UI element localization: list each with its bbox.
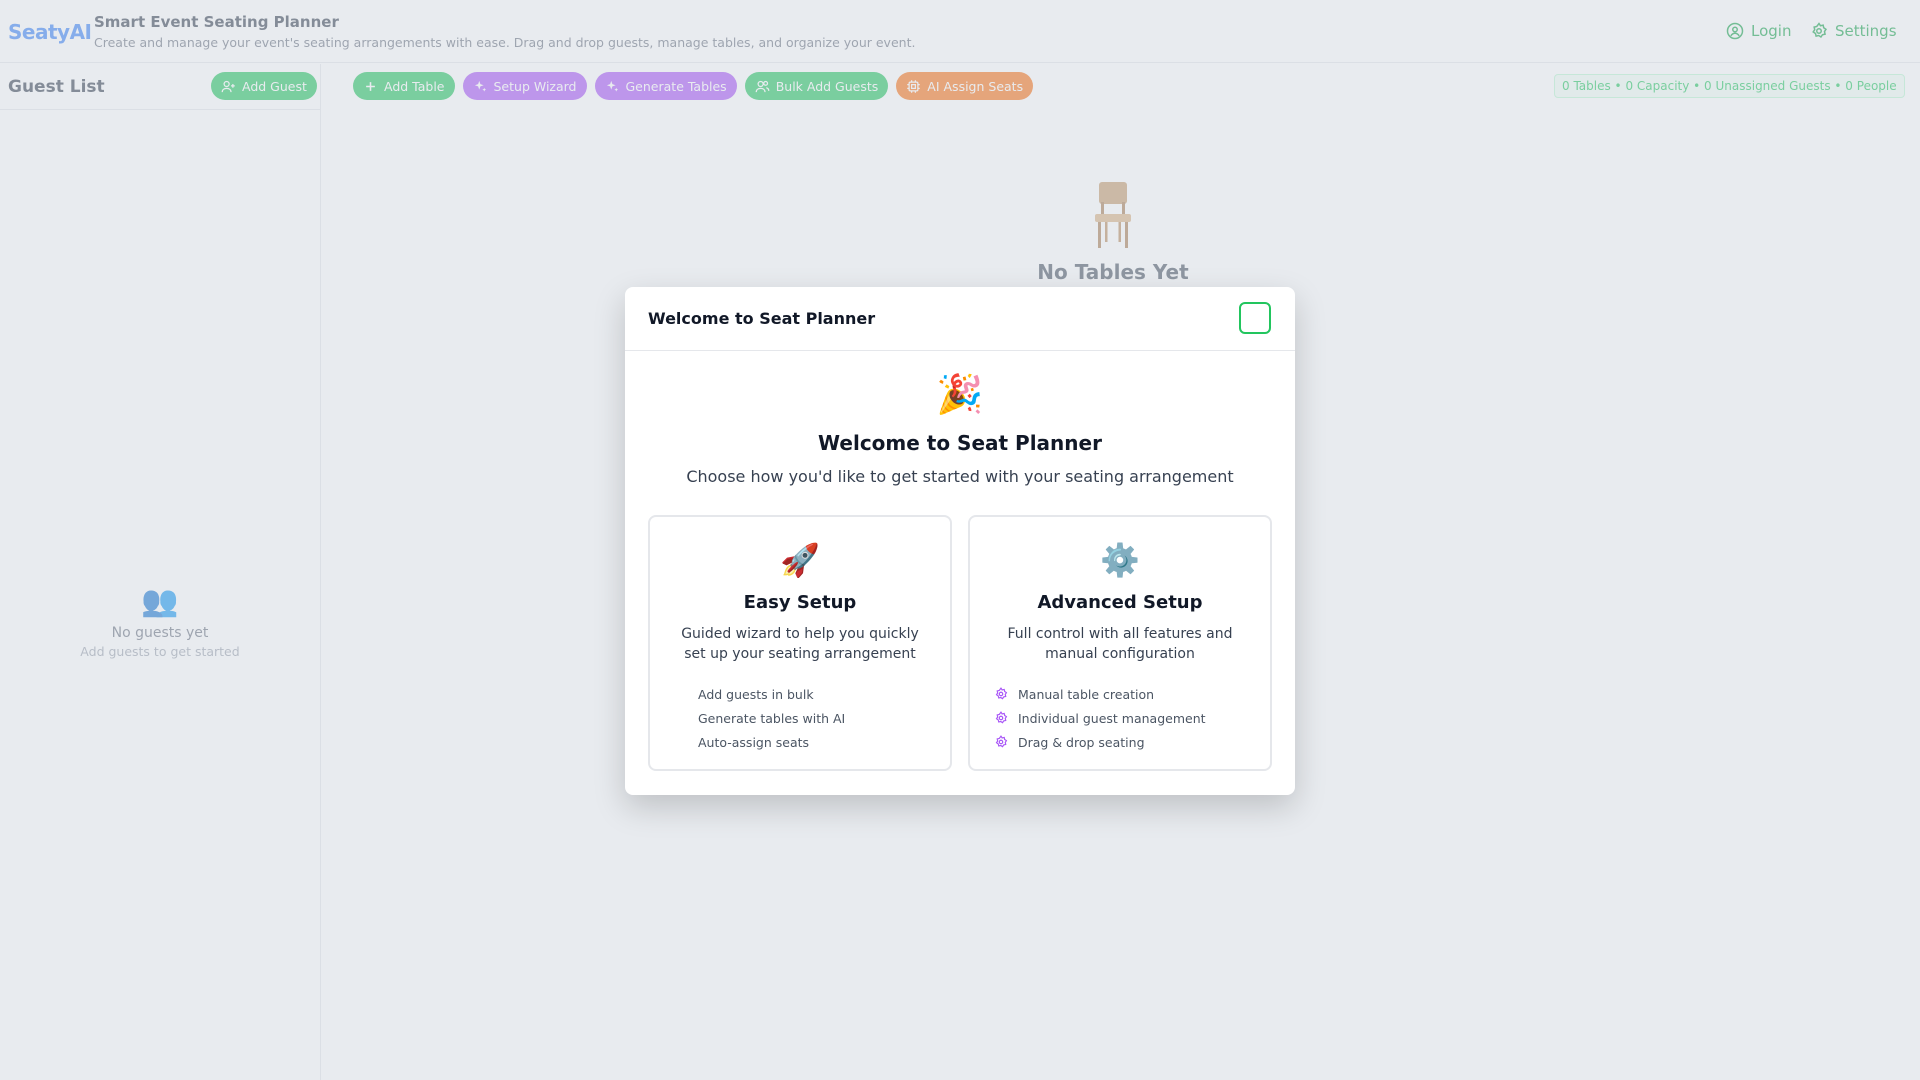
modal-subtitle: Choose how you'd like to get started wit… (686, 467, 1234, 486)
list-item: Drag & drop seating (994, 730, 1264, 754)
advanced-setup-title: Advanced Setup (1037, 592, 1203, 613)
cog-bullet-icon (994, 711, 1008, 725)
list-item: Auto-assign seats (674, 730, 944, 754)
feature-label: Auto-assign seats (698, 734, 810, 750)
close-button[interactable] (1239, 302, 1271, 334)
sparkle-bullet-icon (674, 687, 688, 701)
list-item: Add guests in bulk (674, 682, 944, 706)
sparkle-bullet-icon (674, 711, 688, 725)
easy-setup-description: Guided wizard to help you quickly set up… (681, 626, 919, 662)
cog-bullet-icon (994, 687, 1008, 701)
feature-label: Add guests in bulk (698, 686, 814, 702)
gear-emoji-icon: ⚙️ (1100, 541, 1140, 579)
easy-setup-features: Add guests in bulk Generate tables with … (674, 682, 944, 754)
modal-heading: Welcome to Seat Planner (818, 431, 1102, 455)
party-popper-icon: 🎉 (936, 372, 984, 416)
easy-setup-title: Easy Setup (743, 592, 857, 613)
advanced-setup-card[interactable]: ⚙️ Advanced Setup Full control with all … (968, 515, 1272, 771)
advanced-setup-features: Manual table creation Individual guest m… (994, 682, 1264, 754)
advanced-setup-description: Full control with all features and manua… (1007, 626, 1233, 662)
feature-label: Individual guest management (1018, 710, 1206, 726)
easy-setup-card[interactable]: 🚀 Easy Setup Guided wizard to help you q… (648, 515, 952, 771)
list-item: Individual guest management (994, 706, 1264, 730)
feature-label: Manual table creation (1018, 686, 1155, 702)
feature-label: Drag & drop seating (1018, 734, 1145, 750)
modal-header: Welcome to Seat Planner (625, 287, 1295, 351)
modal-title: Welcome to Seat Planner (648, 309, 876, 328)
list-item: Generate tables with AI (674, 706, 944, 730)
feature-label: Generate tables with AI (698, 710, 846, 726)
sparkle-bullet-icon (674, 735, 688, 749)
rocket-icon: 🚀 (780, 541, 820, 579)
list-item: Manual table creation (994, 682, 1264, 706)
welcome-modal: Welcome to Seat Planner 🎉 Welcome to Sea… (625, 287, 1295, 795)
cog-bullet-icon (994, 735, 1008, 749)
